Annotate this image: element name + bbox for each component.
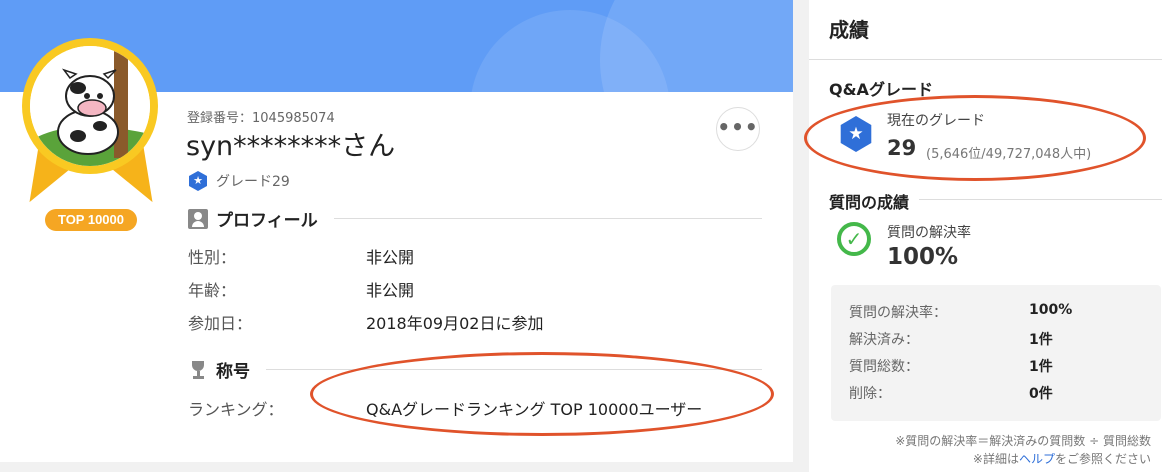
grade-rank: (5,646位/49,727,048人中) xyxy=(926,147,1092,162)
age-label: 年齢： xyxy=(188,281,237,300)
ranking-value: Q&Aグレードランキング TOP 10000ユーザー xyxy=(366,400,703,419)
joined-label: 参加日： xyxy=(188,314,253,333)
grade-text: グレード29 xyxy=(216,174,290,190)
person-icon xyxy=(188,208,208,229)
gender-value: 非公開 xyxy=(366,248,415,267)
help-note-suffix: をご参照ください xyxy=(1054,452,1151,466)
divider xyxy=(266,369,762,370)
stat-label: 削除： xyxy=(849,386,891,402)
ranking-label: ランキング： xyxy=(188,400,284,419)
avatar[interactable] xyxy=(30,46,150,166)
profile-section-header: プロフィール xyxy=(188,206,762,231)
top-rank-badge: TOP 10000 xyxy=(45,209,137,231)
age-value: 非公開 xyxy=(366,281,415,300)
question-results-heading: 質問の成績 xyxy=(829,193,910,212)
resolution-rate-note: ※質問の解決率＝解決済みの質問数 ÷ 質問総数 xyxy=(895,434,1151,448)
banner-decoration xyxy=(600,0,793,92)
title-section-header: 称号 xyxy=(188,357,762,382)
stat-value: 1件 xyxy=(1029,332,1053,348)
grade-star-icon: ★ xyxy=(189,171,207,191)
avatar-medal: TOP 10000 xyxy=(10,38,172,238)
help-note-prefix: ※詳細は xyxy=(972,452,1019,466)
stat-value: 1件 xyxy=(1029,359,1053,375)
help-link[interactable]: ヘルプ xyxy=(1019,452,1055,466)
divider xyxy=(919,199,1162,200)
resolution-rate-label: 質問の解決率 xyxy=(887,225,971,241)
stat-label: 解決済み： xyxy=(849,332,919,348)
stat-value: 0件 xyxy=(1029,386,1053,402)
current-grade-label: 現在のグレード xyxy=(887,113,985,129)
gender-label: 性別： xyxy=(188,248,237,267)
more-menu-button[interactable]: ••• xyxy=(716,107,760,151)
grade-row: ★ グレード29 xyxy=(188,171,290,191)
resolution-rate-value: 100% xyxy=(887,244,959,270)
cow-avatar-image xyxy=(30,46,150,166)
username: syn********さん xyxy=(186,131,396,162)
joined-value: 2018年09月02日に参加 xyxy=(366,314,544,333)
grade-star-icon: ★ xyxy=(840,116,872,152)
stat-label: 質問の解決率： xyxy=(849,305,947,321)
avatar-ring xyxy=(22,38,158,174)
help-note: ※詳細はヘルプをご参照ください xyxy=(973,450,1151,467)
trophy-icon xyxy=(188,360,208,380)
title-heading: 称号 xyxy=(216,362,250,382)
stats-box: 質問の解決率： 100% 解決済み： 1件 質問総数： 1件 削除： 0件 xyxy=(831,285,1161,421)
profile-heading: プロフィール xyxy=(216,211,318,231)
current-grade-value: 29 xyxy=(887,136,917,160)
stat-value: 100% xyxy=(1029,302,1073,318)
divider xyxy=(333,218,762,219)
check-icon: ✓ xyxy=(837,222,871,256)
profile-card: TOP 10000 登録番号：1045985074 syn********さん … xyxy=(0,0,793,462)
qa-grade-heading: Q&Aグレード xyxy=(829,80,933,99)
results-title: 成績 xyxy=(829,18,869,42)
divider xyxy=(809,59,1162,60)
results-panel: 成績 Q&Aグレード ★ 現在のグレード 29 (5,646位/49,727,0… xyxy=(804,0,1162,472)
stat-label: 質問総数： xyxy=(849,359,919,375)
